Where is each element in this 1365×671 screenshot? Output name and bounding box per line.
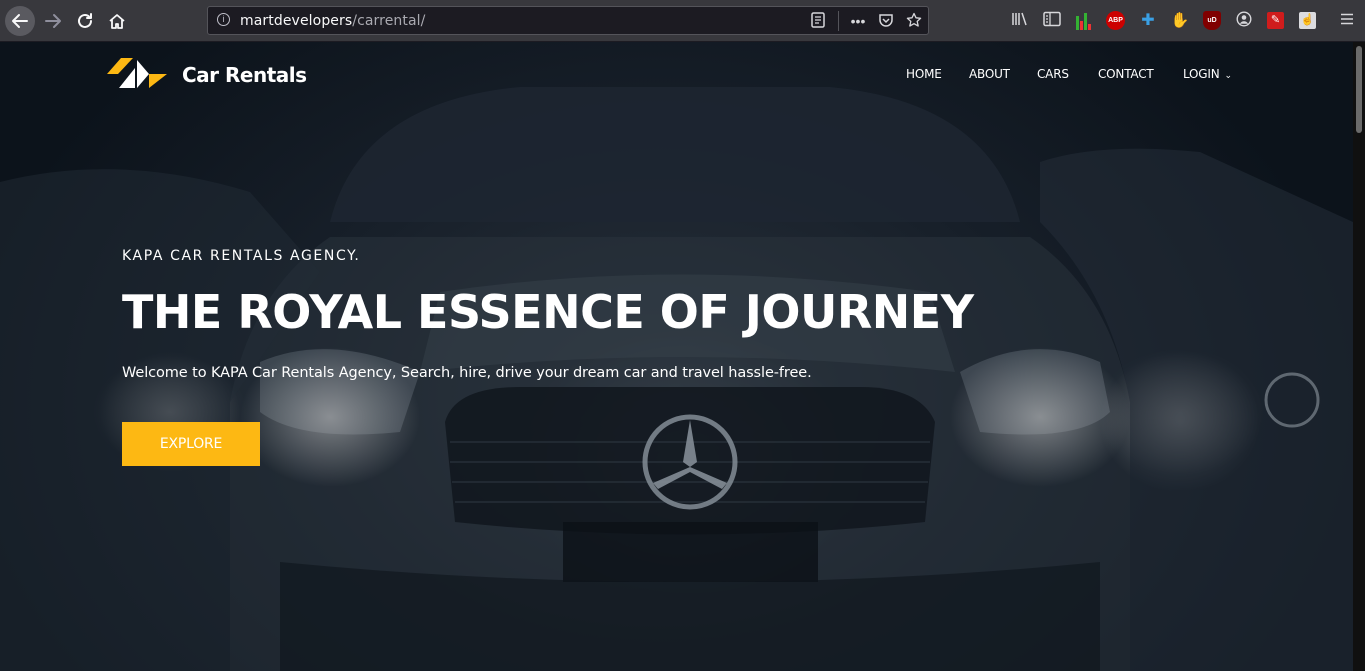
hamburger-icon[interactable] xyxy=(1337,11,1357,31)
reload-button[interactable] xyxy=(70,6,100,36)
nav-login-label: LOGIN xyxy=(1183,67,1220,81)
info-icon[interactable]: i xyxy=(217,13,230,26)
touch-extension-icon[interactable]: ☝ xyxy=(1299,12,1316,29)
scrollbar-thumb[interactable] xyxy=(1356,46,1362,133)
url-host: martdevelopers xyxy=(240,13,353,29)
nav-home[interactable]: HOME xyxy=(906,67,942,81)
privacy-badger-icon[interactable]: ✋ xyxy=(1170,11,1190,31)
forward-button[interactable] xyxy=(38,6,68,36)
account-icon[interactable] xyxy=(1234,11,1254,31)
library-icon[interactable] xyxy=(1010,11,1030,31)
arrow-left-icon xyxy=(12,14,28,28)
main-nav: HOME ABOUT CARS CONTACT LOGIN ⌄ xyxy=(0,67,1353,87)
nav-contact[interactable]: CONTACT xyxy=(1098,67,1154,81)
privacy-extension-icon[interactable]: ✚ xyxy=(1139,12,1157,30)
reload-icon xyxy=(78,13,92,28)
more-icon[interactable]: ••• xyxy=(849,12,867,30)
ublock-origin-icon[interactable]: uD xyxy=(1203,11,1221,30)
equalizer-extension-icon[interactable] xyxy=(1076,12,1092,30)
nav-about[interactable]: ABOUT xyxy=(969,67,1010,81)
hero-eyebrow: KAPA CAR RENTALS AGENCY. xyxy=(122,248,361,264)
hero-subtitle: Welcome to KAPA Car Rentals Agency, Sear… xyxy=(122,365,812,381)
back-button[interactable] xyxy=(5,6,35,36)
pocket-icon[interactable] xyxy=(877,12,895,30)
nav-cars[interactable]: CARS xyxy=(1037,67,1069,81)
url-path: /carrental/ xyxy=(352,13,426,29)
hero-title: THE ROYAL ESSENCE OF JOURNEY xyxy=(122,285,974,339)
url-bar[interactable]: i martdevelopers/carrental/ ••• xyxy=(207,6,929,35)
arrow-right-icon xyxy=(45,14,61,28)
hero-section: Car Rentals HOME ABOUT CARS CONTACT LOGI… xyxy=(0,42,1353,671)
url-text[interactable]: martdevelopers/carrental/ xyxy=(240,13,425,29)
chevron-down-icon: ⌄ xyxy=(1224,71,1233,81)
nav-login[interactable]: LOGIN ⌄ xyxy=(1183,67,1232,81)
url-divider xyxy=(838,11,839,31)
home-icon xyxy=(109,14,125,29)
browser-toolbar: i martdevelopers/carrental/ ••• ABP ✚ ✋ … xyxy=(0,0,1365,42)
sidebar-icon[interactable] xyxy=(1042,11,1062,31)
home-button[interactable] xyxy=(102,6,132,36)
color-picker-extension-icon[interactable]: ✎ xyxy=(1267,12,1284,29)
car-background-image xyxy=(0,87,1353,671)
reader-view-icon[interactable] xyxy=(809,12,827,30)
star-icon[interactable] xyxy=(905,12,923,30)
explore-button[interactable]: EXPLORE xyxy=(122,422,260,466)
page-scrollbar[interactable] xyxy=(1353,42,1365,671)
adblock-plus-icon[interactable]: ABP xyxy=(1106,11,1125,30)
